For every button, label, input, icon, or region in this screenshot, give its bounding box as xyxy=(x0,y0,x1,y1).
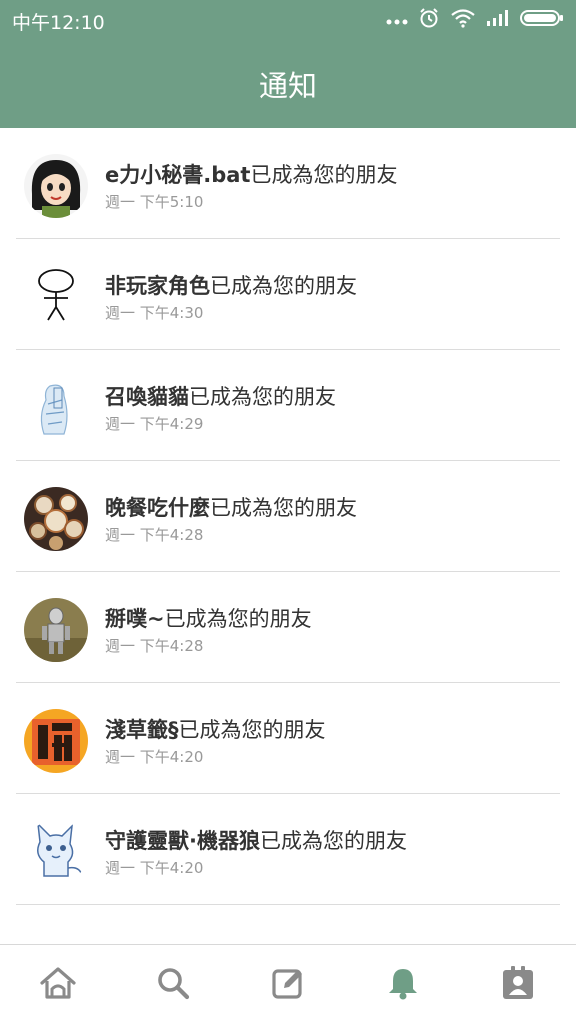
notification-time: 週一 下午4:20 xyxy=(105,748,204,766)
notification-item[interactable]: 掰噗~已成為您的朋友 週一 下午4:28 xyxy=(0,572,576,683)
bottom-nav xyxy=(0,944,576,1025)
more-dots-icon xyxy=(386,11,408,30)
status-time: 中午12:10 xyxy=(12,12,105,34)
tab-search[interactable] xyxy=(143,955,203,1015)
friend-name: 淺草籤§ xyxy=(105,718,179,742)
tab-profile[interactable] xyxy=(488,955,548,1015)
friend-name: 非玩家角色 xyxy=(105,274,210,298)
notification-message: 已成為您的朋友 xyxy=(259,829,407,853)
notification-item[interactable]: 非玩家角色已成為您的朋友 週一 下午4:30 xyxy=(0,239,576,350)
avatar[interactable] xyxy=(24,709,88,773)
notification-list[interactable]: e力小秘書.bat已成為您的朋友 週一 下午5:10 非玩家角色已成為您的朋友 … xyxy=(0,128,576,944)
notification-content: 召喚貓貓已成為您的朋友 週一 下午4:29 xyxy=(105,382,556,434)
friend-name: e力小秘書.bat xyxy=(105,163,251,187)
notification-text-line: 守護靈獸·機器狼已成為您的朋友 xyxy=(105,826,556,856)
notification-text-line: 淺草籤§已成為您的朋友 xyxy=(105,715,556,745)
divider xyxy=(16,904,560,905)
notification-message: 已成為您的朋友 xyxy=(210,496,357,520)
bell-icon xyxy=(387,966,419,1004)
notification-content: 晚餐吃什麼已成為您的朋友 週一 下午4:28 xyxy=(105,493,556,545)
tab-notifications[interactable] xyxy=(373,955,433,1015)
notification-content: 守護靈獸·機器狼已成為您的朋友 週一 下午4:20 xyxy=(105,826,556,878)
tab-compose[interactable] xyxy=(258,955,318,1015)
home-icon xyxy=(39,966,77,1004)
compose-icon xyxy=(271,966,305,1004)
notification-text-line: 晚餐吃什麼已成為您的朋友 xyxy=(105,493,556,523)
notification-content: 非玩家角色已成為您的朋友 週一 下午4:30 xyxy=(105,271,556,323)
tab-home[interactable] xyxy=(28,955,88,1015)
status-icons xyxy=(386,8,564,32)
notification-time: 週一 下午4:20 xyxy=(105,859,204,877)
notification-time: 週一 下午5:10 xyxy=(105,193,204,211)
notification-content: 掰噗~已成為您的朋友 週一 下午4:28 xyxy=(105,604,556,656)
notification-message: 已成為您的朋友 xyxy=(250,163,398,187)
notification-item[interactable]: 晚餐吃什麼已成為您的朋友 週一 下午4:28 xyxy=(0,461,576,572)
notification-item[interactable]: e力小秘書.bat已成為您的朋友 週一 下午5:10 xyxy=(0,128,576,239)
alarm-icon xyxy=(418,7,440,33)
notification-text-line: 掰噗~已成為您的朋友 xyxy=(105,604,556,634)
notification-content: e力小秘書.bat已成為您的朋友 週一 下午5:10 xyxy=(105,160,556,212)
notification-message: 已成為您的朋友 xyxy=(210,274,357,298)
notification-message: 已成為您的朋友 xyxy=(164,607,312,631)
notification-time: 週一 下午4:28 xyxy=(105,637,204,655)
notification-text-line: 非玩家角色已成為您的朋友 xyxy=(105,271,556,301)
app-header: 通知 xyxy=(0,40,576,128)
notification-item[interactable]: 淺草籤§已成為您的朋友 週一 下午4:20 xyxy=(0,683,576,794)
avatar[interactable] xyxy=(24,487,88,551)
friend-name: 召喚貓貓 xyxy=(105,385,189,409)
friend-name: 晚餐吃什麼 xyxy=(105,496,210,520)
notification-time: 週一 下午4:28 xyxy=(105,526,204,544)
friend-name: 守護靈獸·機器狼 xyxy=(105,829,260,853)
friend-name: 掰噗~ xyxy=(105,607,165,631)
notification-time: 週一 下午4:30 xyxy=(105,304,204,322)
avatar[interactable] xyxy=(24,598,88,662)
notification-message: 已成為您的朋友 xyxy=(178,718,326,742)
notification-time: 週一 下午4:29 xyxy=(105,415,204,433)
notification-text-line: 召喚貓貓已成為您的朋友 xyxy=(105,382,556,412)
avatar[interactable] xyxy=(24,376,88,440)
status-bar: 中午12:10 xyxy=(0,0,576,40)
notification-item[interactable]: 守護靈獸·機器狼已成為您的朋友 週一 下午4:20 xyxy=(0,794,576,905)
search-icon xyxy=(156,966,190,1004)
avatar[interactable] xyxy=(24,154,88,218)
notification-item[interactable]: 召喚貓貓已成為您的朋友 週一 下午4:29 xyxy=(0,350,576,461)
battery-icon xyxy=(520,9,564,31)
wifi-icon xyxy=(450,8,476,32)
notification-text-line: e力小秘書.bat已成為您的朋友 xyxy=(105,160,556,190)
notification-content: 淺草籤§已成為您的朋友 週一 下午4:20 xyxy=(105,715,556,767)
signal-icon xyxy=(486,9,510,31)
avatar[interactable] xyxy=(24,265,88,329)
avatar[interactable] xyxy=(24,820,88,884)
profile-card-icon xyxy=(501,965,535,1005)
page-title: 通知 xyxy=(258,69,317,103)
notification-message: 已成為您的朋友 xyxy=(189,385,336,409)
